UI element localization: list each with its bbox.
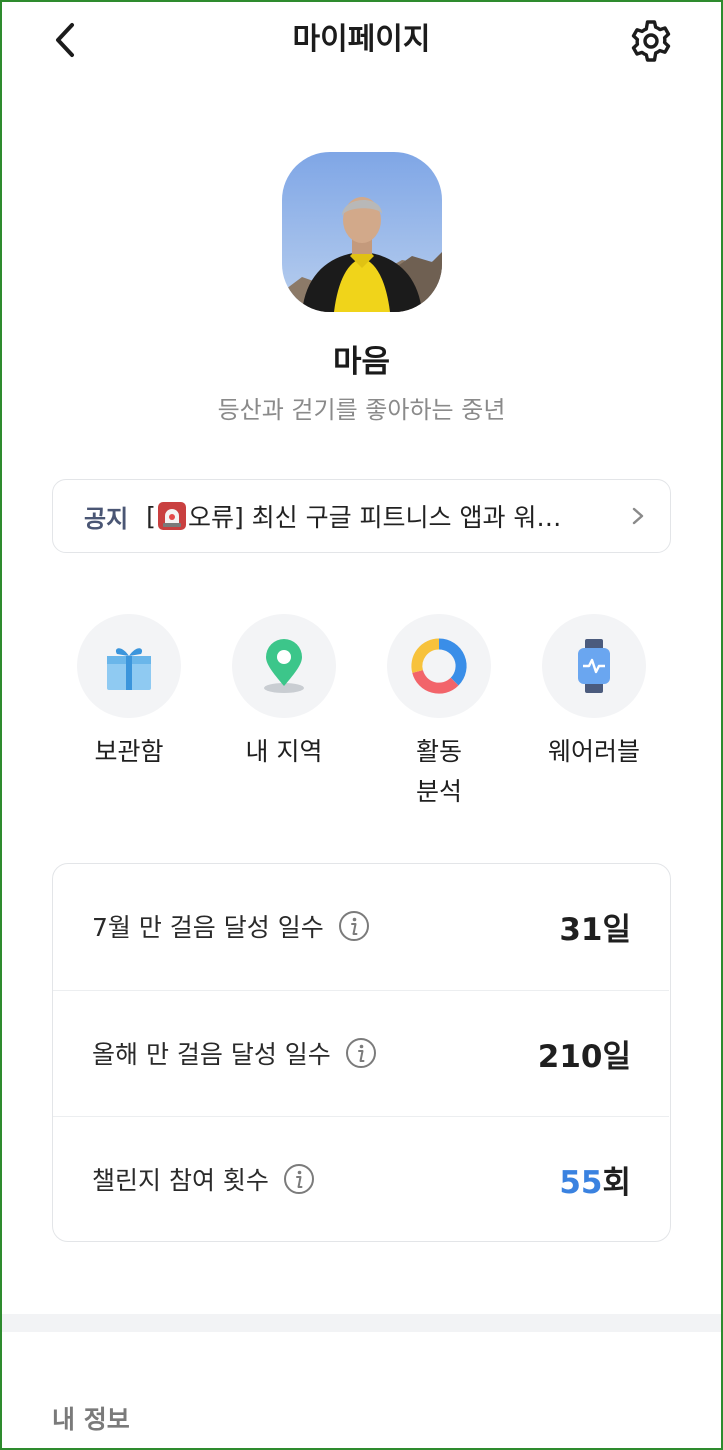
my-page-screen: 마이페이지 마음 등산과 걷기를 좋아하는 중년 공지 [오류] 최신 구글 …	[2, 2, 721, 1448]
stat-label-text: 챌린지 참여 횟수	[92, 1166, 269, 1195]
stat-row-challenges[interactable]: 챌린지 참여 횟수 55회	[53, 1116, 669, 1243]
notice-tag: 공지	[84, 504, 129, 533]
section-title-my-info: 내 정보	[52, 1405, 130, 1434]
stat-row-monthly: 7월 만 걸음 달성 일수 31일	[53, 864, 669, 990]
stat-label: 올해 만 걸음 달성 일수	[92, 1035, 377, 1071]
donut-chart-icon	[411, 638, 467, 694]
quick-menu-wearable[interactable]: 웨어러블	[542, 614, 646, 772]
quick-menu-icon-bg	[542, 614, 646, 718]
profile-photo	[282, 152, 442, 312]
stat-number: 210	[537, 1039, 603, 1075]
stat-unit: 회	[602, 1165, 631, 1201]
quick-menu-label: 웨어러블	[547, 737, 640, 766]
page-title: 마이페이지	[292, 22, 431, 57]
stat-label: 7월 만 걸음 달성 일수	[92, 908, 370, 944]
location-pin-icon	[264, 639, 304, 693]
profile-name: 마음	[332, 344, 391, 380]
stat-unit: 일	[602, 912, 631, 948]
stat-row-yearly: 올해 만 걸음 달성 일수 210일	[53, 990, 669, 1117]
stat-value: 31일	[559, 904, 631, 949]
quick-menu-region[interactable]: 내 지역	[232, 614, 336, 772]
gift-icon	[107, 648, 151, 690]
notice-text: [ 오류] 최신 구글 피트니스 앱과 워…	[146, 498, 576, 534]
info-icon[interactable]	[338, 910, 370, 942]
smartwatch-icon	[578, 639, 610, 693]
section-divider	[2, 1314, 721, 1332]
stat-label-text: 7월 만 걸음 달성 일수	[92, 913, 324, 942]
quick-menu-label: 활동 분석	[415, 737, 462, 806]
stat-unit: 일	[602, 1039, 631, 1075]
top-bar: 마이페이지	[2, 2, 721, 80]
settings-button[interactable]	[628, 18, 674, 64]
notice-banner[interactable]: 공지 [ 오류] 최신 구글 피트니스 앱과 워…	[52, 479, 671, 553]
step-stats-card: 7월 만 걸음 달성 일수 31일 올해 만 걸음 달성 일수 210일 챌린지…	[52, 863, 671, 1242]
quick-menu-icon-bg	[232, 614, 336, 718]
stat-value: 55회	[559, 1157, 631, 1202]
notice-text-body: 오류] 최신 구글 피트니스 앱과 워…	[187, 503, 562, 532]
stat-number: 55	[559, 1165, 603, 1201]
quick-menu-icon-bg	[387, 614, 491, 718]
quick-menu-icon-bg	[77, 614, 181, 718]
info-icon[interactable]	[345, 1037, 377, 1069]
profile-bio: 등산과 걷기를 좋아하는 중년	[217, 396, 506, 424]
info-icon[interactable]	[283, 1163, 315, 1195]
quick-menu-label: 내 지역	[245, 737, 323, 766]
stat-value: 210일	[538, 1031, 631, 1076]
stat-number: 31	[559, 912, 603, 948]
stat-label-text: 올해 만 걸음 달성 일수	[92, 1040, 331, 1069]
siren-icon	[157, 502, 186, 530]
quick-menu-activity-analysis[interactable]: 활동 분석	[387, 614, 491, 812]
avatar[interactable]	[282, 152, 442, 312]
chevron-right-icon	[632, 507, 644, 525]
quick-menu-label: 보관함	[94, 737, 164, 766]
quick-menu-storage[interactable]: 보관함	[77, 614, 181, 772]
stat-label: 챌린지 참여 횟수	[92, 1161, 315, 1197]
gear-icon	[631, 20, 671, 62]
notice-text-prefix: [	[146, 501, 156, 531]
